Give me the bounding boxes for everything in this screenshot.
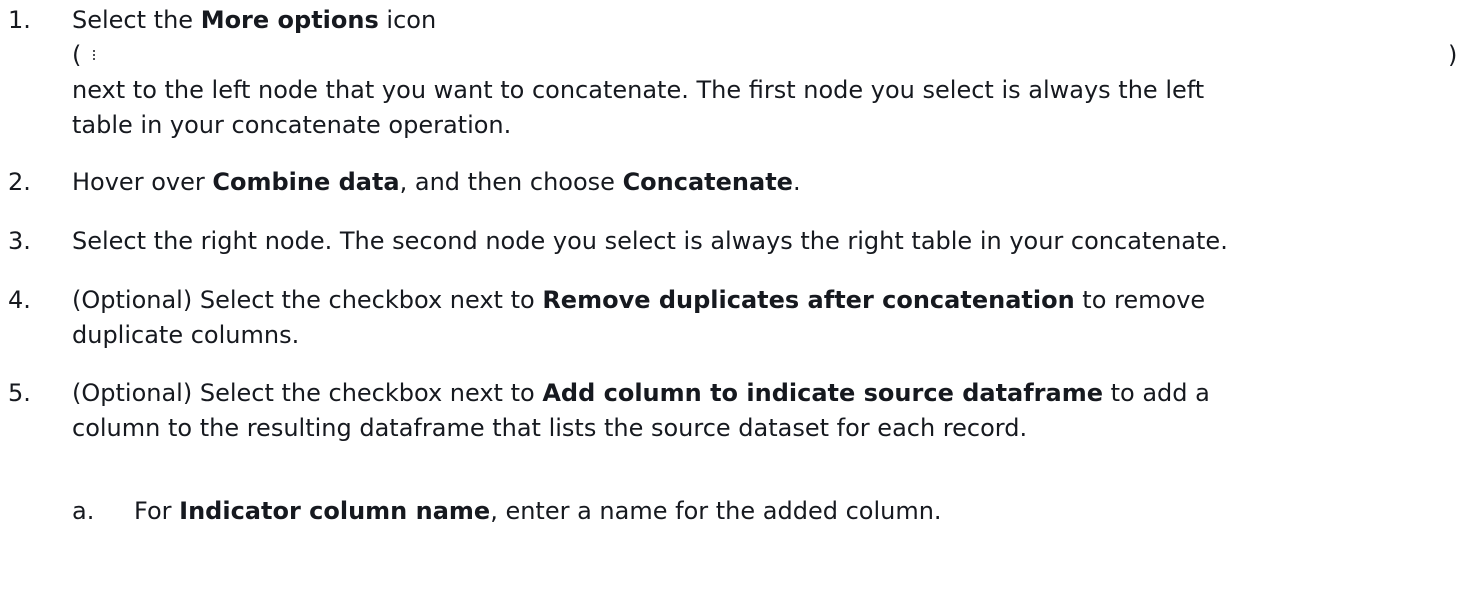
text: to remove — [1074, 286, 1206, 314]
combine-data-label: Combine data — [212, 168, 400, 196]
list-item-text: Hover over Combine data, and then choose… — [72, 165, 1452, 200]
sublist-item-text: For Indicator column name, enter a name … — [134, 494, 1454, 529]
list-item-3: 3. Select the right node. The second nod… — [0, 224, 1465, 259]
list-number: 3. — [8, 227, 31, 255]
remove-duplicates-label: Remove duplicates after concatenation — [542, 286, 1075, 314]
list-item-text: (Optional) Select the checkbox next to A… — [72, 376, 1452, 446]
list-item-2: 2. Hover over Combine data, and then cho… — [0, 165, 1465, 200]
list-number: 2. — [8, 168, 31, 196]
text: Hover over — [72, 168, 213, 196]
list-item-1: 1. Select the More options icon ( ) next… — [0, 3, 1465, 143]
text: . — [792, 168, 801, 196]
text: to add a — [1103, 379, 1210, 407]
list-number: 1. — [8, 6, 31, 34]
list-item-text: (Optional) Select the checkbox next to R… — [72, 283, 1452, 353]
list-item-text: Select the right node. The second node y… — [72, 224, 1452, 259]
more-options-icon — [92, 50, 96, 62]
list-item-text: Select the More options icon ( ) next to… — [72, 3, 1457, 143]
step-1-line-1: Select the More options icon — [72, 3, 1452, 38]
sublist-item-a: a. For Indicator column name, enter a na… — [0, 494, 1465, 529]
text: (Optional) Select the checkbox next to — [72, 286, 543, 314]
list-number: 4. — [8, 286, 31, 314]
open-paren: ( — [72, 41, 82, 69]
text: For — [134, 497, 180, 525]
step-3-line: Select the right node. The second node y… — [72, 227, 1228, 255]
more-options-label: More options — [200, 6, 379, 34]
step-2-line: Hover over Combine data, and then choose… — [72, 165, 1452, 200]
close-paren: ) — [1448, 41, 1458, 69]
step-4-line-2: duplicate columns. — [72, 321, 300, 349]
step-1-line-3: next to the left node that you want to c… — [72, 76, 1205, 104]
list-item-4: 4. (Optional) Select the checkbox next t… — [0, 283, 1465, 353]
step-4-line-1: (Optional) Select the checkbox next to R… — [72, 283, 1452, 318]
list-number: 5. — [8, 379, 31, 407]
add-column-label: Add column to indicate source dataframe — [542, 379, 1103, 407]
indicator-column-name-label: Indicator column name — [179, 497, 491, 525]
document-body: 1. Select the More options icon ( ) next… — [0, 0, 1465, 611]
step-1-line-4: table in your concatenate operation. — [72, 111, 512, 139]
step-5-line-1: (Optional) Select the checkbox next to A… — [72, 376, 1452, 411]
concatenate-label: Concatenate — [622, 168, 793, 196]
icon-line: ( ) — [72, 38, 1457, 73]
text: , and then choose — [399, 168, 623, 196]
text: (Optional) Select the checkbox next to — [72, 379, 543, 407]
step-5-line-2: column to the resulting dataframe that l… — [72, 414, 1028, 442]
sublist-letter: a. — [72, 497, 95, 525]
text: icon — [378, 6, 437, 34]
list-item-5: 5. (Optional) Select the checkbox next t… — [0, 376, 1465, 446]
text: , enter a name for the added column. — [490, 497, 942, 525]
text: Select the — [72, 6, 201, 34]
